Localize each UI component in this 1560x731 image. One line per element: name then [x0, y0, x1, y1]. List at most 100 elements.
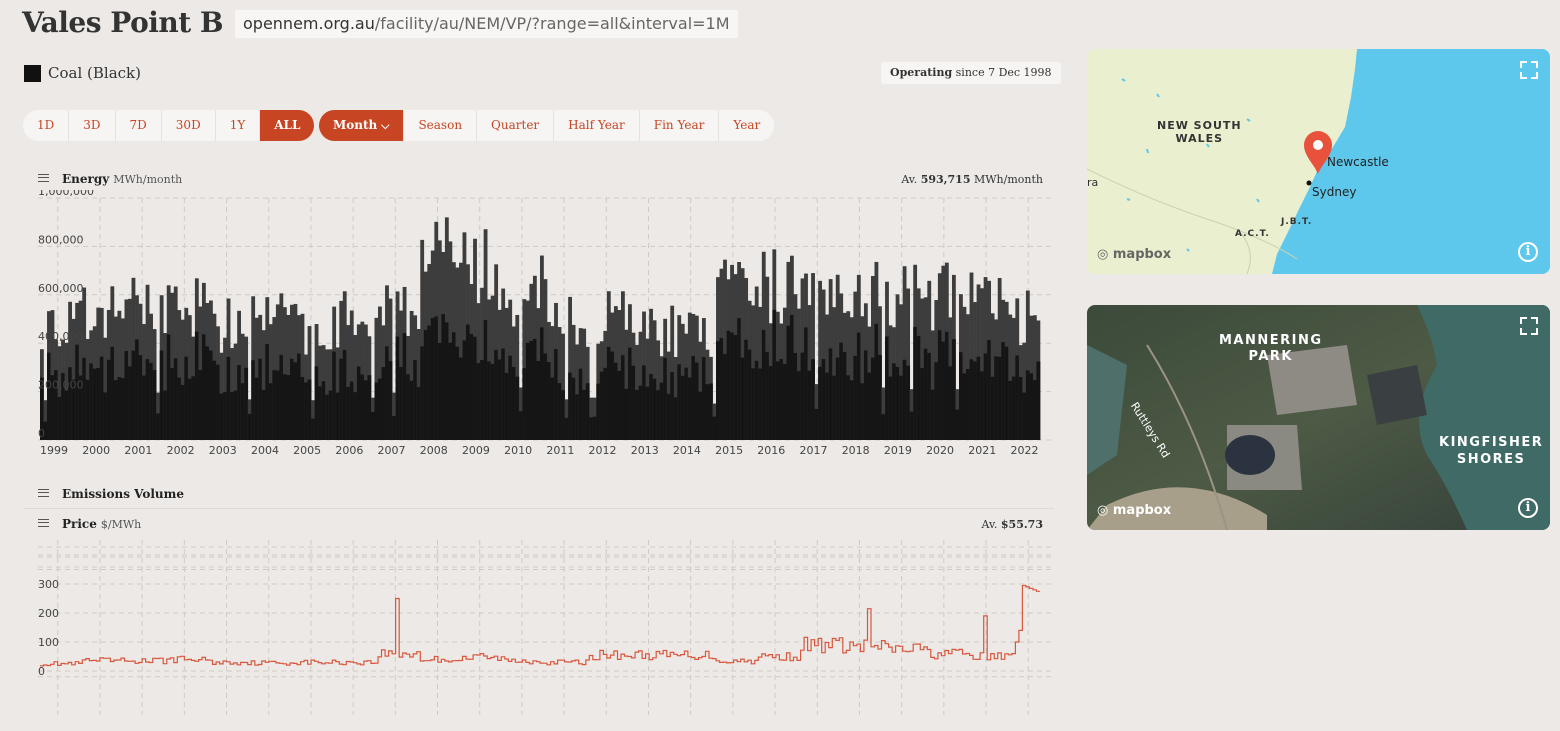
energy-bar — [430, 317, 435, 440]
energy-bar — [881, 414, 886, 440]
price-chart-header: Price $/MWh — [62, 517, 141, 531]
status-text: Operating — [890, 66, 953, 79]
energy-chart[interactable]: 0 200,000 400,000 600,000 800,000 1,000,000 19… — [24, 190, 1060, 465]
energy-bar — [677, 364, 682, 440]
energy-bar — [272, 370, 277, 440]
energy-bar — [987, 340, 992, 440]
range-tab-1d[interactable]: 1D — [23, 110, 70, 141]
energy-bar — [413, 360, 418, 440]
interval-tab-label: Quarter — [491, 118, 540, 132]
energy-bar — [92, 368, 97, 440]
energy-bar — [279, 354, 284, 440]
interval-tab-half-year[interactable]: Half Year — [554, 110, 640, 141]
energy-bar — [282, 374, 287, 440]
energy-bar — [293, 362, 298, 440]
energy-bar — [409, 380, 414, 440]
energy-bar — [814, 408, 819, 440]
energy-bar — [870, 357, 875, 440]
interval-tab-season[interactable]: Season — [404, 110, 478, 141]
energy-bar — [378, 378, 382, 440]
energy-bar — [216, 364, 220, 440]
energy-bar — [684, 367, 689, 440]
energy-bar — [779, 358, 784, 440]
energy-bar — [962, 373, 967, 440]
energy-bar — [856, 332, 861, 440]
energy-bar — [135, 339, 139, 440]
range-tab-30d[interactable]: 30D — [162, 110, 216, 141]
fullscreen-icon[interactable] — [1520, 61, 1538, 79]
energy-avg-value: 593,715 — [920, 173, 971, 186]
energy-xtick: 2019 — [884, 444, 912, 457]
energy-bar — [1008, 380, 1013, 440]
energy-xtick: 2001 — [124, 444, 152, 457]
range-tab-7d[interactable]: 7D — [116, 110, 162, 141]
energy-bar — [923, 348, 928, 440]
energy-bar — [997, 356, 1002, 440]
energy-bar — [719, 337, 724, 440]
range-tab-label: 3D — [83, 118, 101, 132]
energy-bar — [976, 356, 981, 440]
price-menu-icon[interactable] — [38, 519, 49, 527]
energy-bar — [649, 373, 653, 440]
energy-bar — [82, 357, 87, 440]
energy-bar — [170, 368, 175, 440]
energy-bar — [441, 314, 446, 440]
energy-xtick: 2002 — [167, 444, 195, 457]
interval-tab-year[interactable]: Year — [719, 110, 774, 141]
interval-tab-quarter[interactable]: Quarter — [477, 110, 555, 141]
energy-bar — [187, 378, 192, 440]
mapbox-logo[interactable]: ◎ mapbox — [1097, 503, 1171, 518]
energy-bar — [275, 370, 280, 440]
energy-bar — [47, 352, 51, 440]
map-label-nsw-1: NEW SOUTH — [1157, 119, 1242, 132]
energy-bar — [96, 367, 101, 440]
energy-bar — [455, 346, 460, 440]
energy-bar — [839, 342, 844, 440]
energy-bar — [800, 352, 805, 440]
energy-bar — [57, 397, 62, 440]
range-tab-all[interactable]: ALL — [260, 110, 315, 141]
energy-bar — [793, 352, 798, 440]
price-chart[interactable]: 0 100 200 300 — [24, 535, 1060, 720]
emissions-chart-header: Emissions Volume — [62, 487, 184, 501]
energy-bar — [325, 394, 330, 440]
energy-xtick: 2008 — [420, 444, 448, 457]
energy-bar — [934, 362, 939, 440]
energy-bar — [173, 358, 178, 440]
range-tab-label: 1Y — [229, 118, 246, 132]
energy-bar — [568, 372, 572, 440]
energy-bar — [835, 357, 840, 440]
energy-bar — [145, 359, 150, 440]
energy-bar — [184, 356, 189, 440]
mapbox-logo[interactable]: ◎ mapbox — [1097, 247, 1171, 262]
emissions-menu-icon[interactable] — [38, 489, 49, 497]
range-tab-3d[interactable]: 3D — [69, 110, 116, 141]
interval-tab-month[interactable]: Month ⌵ — [319, 110, 405, 141]
energy-bar — [775, 361, 780, 440]
energy-bar — [166, 334, 171, 440]
info-icon[interactable]: i — [1518, 498, 1538, 518]
energy-bar — [177, 377, 182, 440]
range-tab-1y[interactable]: 1Y — [216, 110, 261, 141]
price-ytick: 0 — [38, 665, 45, 678]
energy-bar — [117, 377, 122, 440]
energy-menu-icon[interactable] — [38, 174, 49, 182]
satellite-map[interactable]: MANNERING PARK KINGFISHER SHORES Ruttleys … — [1087, 305, 1550, 530]
energy-bar — [131, 350, 136, 440]
sat-label-kingfisher-shores: KINGFISHER SHORES — [1439, 434, 1543, 468]
energy-bar — [85, 379, 90, 440]
energy-bar — [1025, 370, 1030, 440]
energy-bar — [515, 376, 520, 440]
energy-bar — [561, 390, 565, 440]
fuel-color-swatch — [24, 65, 41, 82]
fullscreen-icon[interactable] — [1520, 317, 1538, 335]
energy-bar — [1011, 376, 1016, 440]
url-bar[interactable]: opennem.org.au/facility/au/NEM/VP/?range… — [235, 10, 738, 38]
location-map[interactable]: NEW SOUTH WALES A.C.T. J.B.T. ra Newcastl… — [1087, 49, 1550, 274]
info-icon[interactable]: i — [1518, 242, 1538, 262]
energy-bar — [75, 344, 80, 440]
energy-bar — [863, 350, 868, 440]
energy-xtick: 2012 — [589, 444, 617, 457]
interval-tab-fin-year[interactable]: Fin Year — [640, 110, 720, 141]
energy-bar — [828, 348, 833, 440]
